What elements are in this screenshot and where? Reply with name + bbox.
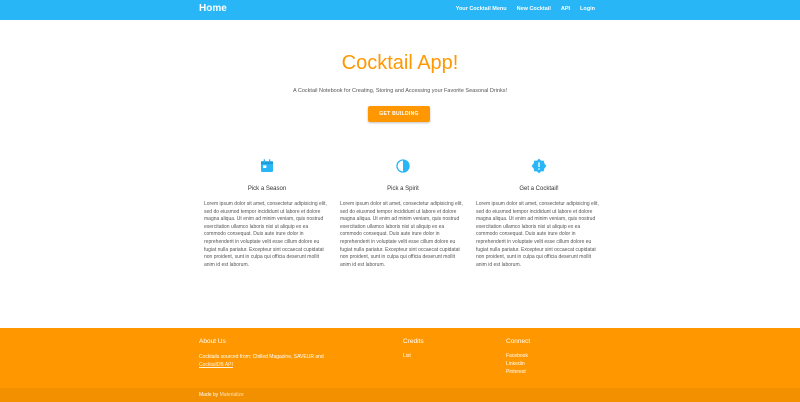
footer-copyright-bar: Made by Materialize — [0, 388, 800, 402]
footer-connect-title: Connect — [506, 338, 531, 345]
feature-title: Get a Cocktail! — [519, 186, 559, 192]
feature-pick-season: Pick a Season Lorem ipsum dolor sit amet… — [204, 158, 330, 277]
nav-link-new-cocktail[interactable]: New Cocktail — [517, 6, 551, 12]
footer-about-title: About Us — [199, 338, 226, 345]
feature-text: Lorem ipsum dolor sit amet, consectetur … — [340, 201, 463, 268]
feature-title: Pick a Spirit — [387, 186, 419, 192]
footer-about: About Us Cocktails sourced from: Chilled… — [199, 338, 349, 369]
get-building-button[interactable]: GET BUILDING — [368, 106, 430, 122]
cocktaildb-api-link[interactable]: CocktailDB API — [199, 362, 233, 368]
copyright-prefix: Made by — [199, 392, 219, 398]
footer-about-description: Cocktails sourced from: Chilled Magazine… — [199, 354, 324, 360]
footer-link-linkedin[interactable]: Linkedin — [506, 361, 530, 367]
top-navbar: Home Your Cocktail Menu New Cocktail API… — [0, 0, 800, 20]
brand-home-link[interactable]: Home — [199, 3, 227, 14]
calendar-icon — [261, 159, 273, 172]
tonality-icon — [396, 159, 410, 173]
footer-link-list[interactable]: List — [403, 353, 424, 359]
feature-text: Lorem ipsum dolor sit amet, consectetur … — [476, 201, 599, 268]
nav-link-cocktail-menu[interactable]: Your Cocktail Menu — [456, 6, 507, 12]
alert-badge-icon — [531, 158, 547, 174]
materialize-link[interactable]: Materialize — [220, 392, 244, 398]
footer-connect-links: Facebook Linkedin Pinterest — [506, 353, 530, 375]
copyright-text: Made by Materialize — [199, 392, 244, 398]
feature-get-cocktail: Get a Cocktail! Lorem ipsum dolor sit am… — [476, 158, 602, 277]
nav-links: Your Cocktail Menu New Cocktail API Logi… — [456, 6, 595, 12]
feature-text: Lorem ipsum dolor sit amet, consectetur … — [204, 201, 327, 268]
feature-title: Pick a Season — [247, 186, 287, 192]
nav-link-api[interactable]: API — [561, 6, 570, 12]
hero-title: Cocktail App! — [341, 52, 459, 74]
footer-connect: Connect Facebook Linkedin Pinterest — [506, 338, 530, 375]
footer-about-text: Cocktails sourced from: Chilled Magazine… — [199, 353, 349, 369]
footer-credits-title: Credits — [403, 338, 424, 345]
hero-subtitle: A Cocktail Notebook for Creating, Storin… — [293, 88, 507, 94]
footer-link-facebook[interactable]: Facebook — [506, 353, 530, 359]
footer-credits-links: List — [403, 353, 424, 359]
feature-pick-spirit: Pick a Spirit Lorem ipsum dolor sit amet… — [340, 158, 466, 277]
page-footer: About Us Cocktails sourced from: Chilled… — [0, 328, 800, 388]
footer-credits: Credits List — [403, 338, 424, 359]
footer-link-pinterest[interactable]: Pinterest — [506, 369, 530, 375]
nav-link-login[interactable]: Login — [580, 6, 595, 12]
